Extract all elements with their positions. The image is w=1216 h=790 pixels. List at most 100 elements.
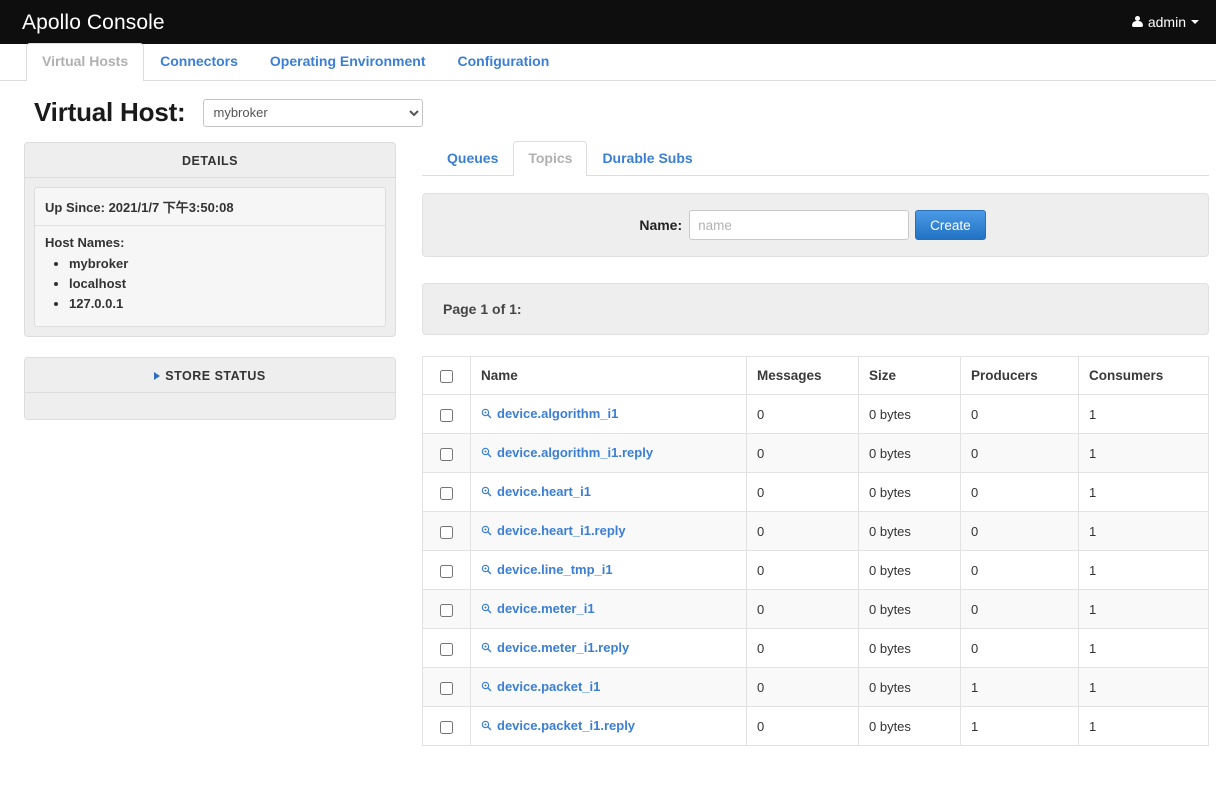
table-row: device.heart_i1.reply 0 0 bytes 0 1 (422, 511, 1209, 551)
name-input[interactable] (689, 210, 910, 240)
topic-link[interactable]: device.algorithm_i1 (481, 406, 618, 421)
row-select-cell (422, 706, 471, 746)
messages-cell: 0 (746, 667, 859, 707)
tab-virtual-hosts[interactable]: Virtual Hosts (26, 43, 145, 81)
consumers-cell: 1 (1078, 472, 1209, 512)
row-checkbox[interactable] (440, 486, 453, 500)
producers-cell: 0 (960, 394, 1079, 434)
messages-cell: 0 (746, 628, 859, 668)
topic-name-cell: device.packet_i1.reply (470, 706, 747, 746)
topic-name-cell: device.algorithm_i1 (470, 394, 747, 434)
row-checkbox[interactable] (440, 525, 453, 539)
row-checkbox[interactable] (440, 720, 453, 734)
user-menu[interactable]: admin (1131, 14, 1199, 30)
row-checkbox[interactable] (440, 408, 453, 422)
up-since-text: Up Since: 2021/1/7 下午3:50:08 (35, 188, 385, 226)
table-row: device.meter_i1.reply 0 0 bytes 0 1 (422, 628, 1209, 668)
user-icon (1131, 16, 1143, 28)
host-names-label: Host Names: (45, 235, 125, 250)
store-status-panel: STORE STATUS (24, 357, 396, 420)
select-all-checkbox[interactable] (440, 369, 453, 383)
topics-table-head: Name Messages Size Producers Consumers (422, 356, 1209, 395)
topic-name-cell: device.packet_i1 (470, 667, 747, 707)
tab-connectors[interactable]: Connectors (144, 43, 254, 81)
consumers-cell: 1 (1078, 394, 1209, 434)
row-checkbox[interactable] (440, 642, 453, 656)
row-select-cell (422, 511, 471, 551)
size-cell: 0 bytes (858, 589, 961, 629)
topic-name-label: device.heart_i1 (497, 484, 591, 499)
topic-link[interactable]: device.meter_i1.reply (481, 640, 629, 655)
topic-name-cell: device.meter_i1 (470, 589, 747, 629)
consumers-cell: 1 (1078, 667, 1209, 707)
producers-cell: 0 (960, 550, 1079, 590)
row-checkbox[interactable] (440, 603, 453, 617)
topic-name-label: device.packet_i1 (497, 679, 601, 694)
column-header-producers[interactable]: Producers (960, 356, 1079, 395)
details-panel-body: Up Since: 2021/1/7 下午3:50:08 Host Names:… (25, 178, 395, 336)
row-select-cell (422, 667, 471, 707)
consumers-cell: 1 (1078, 511, 1209, 551)
messages-cell: 0 (746, 589, 859, 629)
column-header-messages[interactable]: Messages (746, 356, 859, 395)
tab-topics[interactable]: Topics (513, 141, 588, 176)
name-field-label: Name: (639, 217, 683, 233)
consumers-cell: 1 (1078, 589, 1209, 629)
topic-link[interactable]: device.packet_i1.reply (481, 718, 635, 733)
size-cell: 0 bytes (858, 433, 961, 473)
topic-link[interactable]: device.packet_i1 (481, 679, 600, 694)
topic-link[interactable]: device.line_tmp_i1 (481, 562, 613, 577)
pagination-bar: Page 1 of 1: (422, 283, 1209, 335)
topic-name-label: device.algorithm_i1 (497, 406, 619, 421)
page-indicator: Page 1 of 1: (443, 301, 522, 317)
table-row: device.packet_i1.reply 0 0 bytes 1 1 (422, 706, 1209, 746)
details-panel: DETAILS Up Since: 2021/1/7 下午3:50:08 Hos… (24, 142, 396, 337)
size-cell: 0 bytes (858, 472, 961, 512)
row-select-cell (422, 433, 471, 473)
consumers-cell: 1 (1078, 706, 1209, 746)
table-row: device.algorithm_i1.reply 0 0 bytes 0 1 (422, 433, 1209, 473)
tab-operating-environment[interactable]: Operating Environment (254, 43, 442, 81)
create-button[interactable]: Create (915, 210, 986, 240)
tab-configuration[interactable]: Configuration (441, 43, 565, 81)
topic-link[interactable]: device.meter_i1 (481, 601, 595, 616)
messages-cell: 0 (746, 706, 859, 746)
messages-cell: 0 (746, 472, 859, 512)
producers-cell: 0 (960, 433, 1079, 473)
consumers-cell: 1 (1078, 628, 1209, 668)
column-header-consumers[interactable]: Consumers (1078, 356, 1209, 395)
tab-durable-subs[interactable]: Durable Subs (587, 141, 707, 176)
topic-name-label: device.meter_i1 (497, 601, 595, 616)
row-checkbox[interactable] (440, 447, 453, 461)
size-cell: 0 bytes (858, 394, 961, 434)
app-brand: Apollo Console (22, 10, 165, 34)
topic-name-cell: device.meter_i1.reply (470, 628, 747, 668)
caret-down-icon (1191, 20, 1199, 24)
messages-cell: 0 (746, 394, 859, 434)
size-cell: 0 bytes (858, 511, 961, 551)
column-header-name[interactable]: Name (470, 356, 747, 395)
table-row: device.meter_i1 0 0 bytes 0 1 (422, 589, 1209, 629)
consumers-cell: 1 (1078, 550, 1209, 590)
magnifier-icon (481, 447, 492, 458)
producers-cell: 0 (960, 511, 1079, 551)
store-status-panel-header[interactable]: STORE STATUS (25, 358, 395, 393)
row-checkbox[interactable] (440, 564, 453, 578)
table-row: device.heart_i1 0 0 bytes 0 1 (422, 472, 1209, 512)
top-navbar: Apollo Console admin (0, 0, 1216, 44)
row-select-cell (422, 589, 471, 629)
topic-link[interactable]: device.heart_i1.reply (481, 523, 626, 538)
topic-name-label: device.algorithm_i1.reply (497, 445, 654, 460)
row-select-cell (422, 628, 471, 668)
topic-link[interactable]: device.algorithm_i1.reply (481, 445, 653, 460)
magnifier-icon (481, 720, 492, 731)
row-checkbox[interactable] (440, 681, 453, 695)
topic-name-label: device.meter_i1.reply (497, 640, 630, 655)
virtual-host-select[interactable]: mybroker (202, 98, 423, 127)
right-column: Queues Topics Durable Subs Name: Create … (396, 141, 1209, 746)
column-header-size[interactable]: Size (858, 356, 961, 395)
topic-link[interactable]: device.heart_i1 (481, 484, 591, 499)
messages-cell: 0 (746, 550, 859, 590)
tab-queues[interactable]: Queues (432, 141, 513, 176)
table-header-row: Name Messages Size Producers Consumers (422, 356, 1209, 395)
